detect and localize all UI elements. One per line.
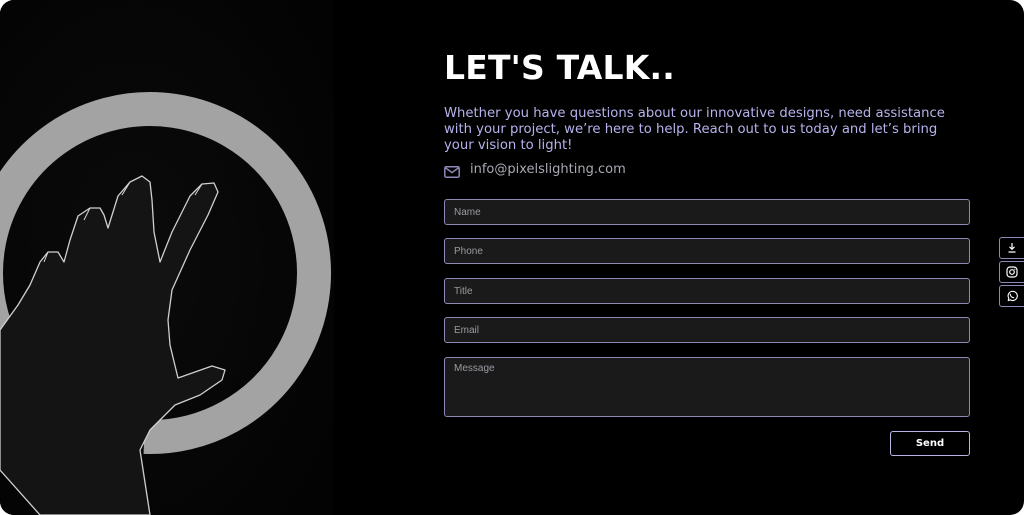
intro-text: Whether you have questions about our inn… [444,106,945,153]
contact-content: LET'S TALK.. Whether you have questions … [444,0,970,515]
contact-email[interactable]: info@pixelslighting.com [470,162,626,177]
download-icon [1008,243,1016,253]
whatsapp-button[interactable] [999,285,1024,307]
whatsapp-icon [1007,290,1018,302]
page-title: LET'S TALK.. [444,48,675,87]
contact-email-row[interactable]: info@pixelslighting.com [444,160,626,178]
mail-icon [444,163,460,178]
title-field[interactable] [444,278,970,304]
hand-ring-illustration [0,0,334,515]
message-field[interactable] [444,357,970,417]
hero-image [0,0,334,515]
send-button[interactable]: Send [890,431,970,456]
instagram-icon [1006,266,1018,278]
floating-social-bar [999,237,1024,309]
email-field[interactable] [444,317,970,343]
name-field[interactable] [444,199,970,225]
download-button[interactable] [999,237,1024,259]
instagram-button[interactable] [999,261,1024,283]
phone-field[interactable] [444,238,970,264]
contact-section: LET'S TALK.. Whether you have questions … [0,0,1024,515]
